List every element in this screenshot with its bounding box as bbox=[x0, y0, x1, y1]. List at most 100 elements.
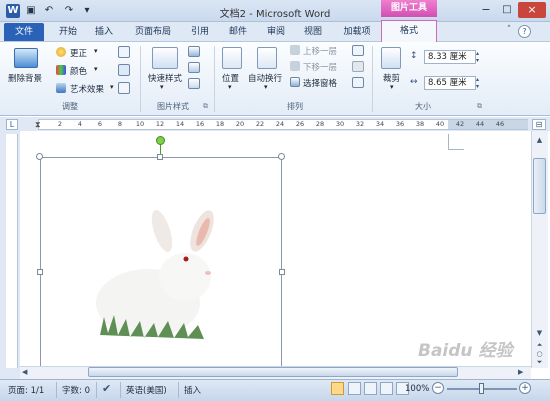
scroll-up-icon[interactable]: ▲ bbox=[533, 134, 546, 146]
vertical-scroll-thumb[interactable] bbox=[533, 158, 546, 214]
corrections-dropdown-icon[interactable]: ▾ bbox=[94, 47, 98, 55]
picture-tools-context-label: 图片工具 bbox=[381, 0, 437, 17]
web-layout-icon[interactable] bbox=[364, 382, 377, 395]
adjust-group-label: 调整 bbox=[62, 102, 78, 111]
ruler-tick: 6 bbox=[97, 120, 103, 128]
height-spinner-icon[interactable]: ▴ ▾ bbox=[476, 50, 479, 64]
crop-dropdown-icon[interactable]: ▾ bbox=[390, 83, 394, 91]
customize-qat-icon[interactable]: ▾ bbox=[80, 4, 94, 18]
change-picture-icon[interactable] bbox=[118, 64, 130, 76]
rotate-handle[interactable] bbox=[156, 136, 165, 145]
status-separator bbox=[178, 382, 179, 398]
word-count[interactable]: 字数: 0 bbox=[62, 384, 90, 396]
indent-marker-icon[interactable]: ⧗ bbox=[35, 120, 41, 130]
scroll-down-icon[interactable]: ▼ bbox=[533, 328, 546, 338]
quick-styles-button[interactable]: 快速样式 bbox=[148, 72, 182, 84]
close-button[interactable]: × bbox=[518, 2, 546, 18]
page-count[interactable]: 页面: 1/1 bbox=[8, 384, 44, 396]
compress-pictures-icon[interactable] bbox=[118, 46, 130, 58]
width-spinner-icon[interactable]: ▴ ▾ bbox=[476, 76, 479, 90]
tab-view[interactable]: 视图 bbox=[297, 22, 329, 42]
group-separator bbox=[140, 46, 141, 112]
quick-styles-dropdown-icon[interactable]: ▾ bbox=[160, 83, 164, 91]
corrections-icon bbox=[56, 47, 66, 57]
language-indicator[interactable]: 英语(美国) bbox=[126, 384, 167, 396]
bring-forward-button[interactable]: 上移一层 bbox=[303, 45, 337, 57]
resize-handle[interactable] bbox=[278, 153, 285, 160]
ruler-tick: 22 bbox=[255, 120, 265, 128]
picture-layout-icon[interactable] bbox=[188, 78, 200, 89]
save-icon[interactable]: ▣ bbox=[24, 4, 38, 18]
tab-format[interactable]: 格式 bbox=[381, 20, 437, 43]
select-browse-object-icon[interactable]: ○ bbox=[533, 350, 546, 358]
insert-mode[interactable]: 插入 bbox=[184, 384, 201, 396]
zoom-level[interactable]: 100% bbox=[405, 384, 429, 394]
artistic-effects-icon bbox=[56, 83, 66, 93]
resize-handle[interactable] bbox=[279, 269, 285, 275]
proofing-icon[interactable]: ✔ bbox=[102, 382, 111, 395]
scroll-left-icon[interactable]: ◀ bbox=[22, 367, 32, 378]
wrap-text-dropdown-icon[interactable]: ▾ bbox=[264, 83, 268, 91]
resize-handle[interactable] bbox=[157, 154, 163, 160]
redo-icon[interactable]: ↷ bbox=[62, 4, 76, 18]
width-icon: ↔ bbox=[410, 77, 418, 87]
zoom-slider-thumb[interactable] bbox=[479, 383, 484, 394]
print-layout-view-icon[interactable] bbox=[331, 382, 344, 395]
width-field[interactable]: 8.65 厘米 bbox=[424, 76, 476, 90]
resize-handle[interactable] bbox=[37, 269, 43, 275]
ruler-tick: 34 bbox=[375, 120, 385, 128]
group-objects-icon[interactable] bbox=[352, 61, 364, 72]
resize-handle[interactable] bbox=[36, 153, 43, 160]
horizontal-scroll-thumb[interactable] bbox=[88, 367, 458, 377]
picture-effects-icon[interactable] bbox=[188, 62, 200, 73]
corrections-button[interactable]: 更正 bbox=[70, 47, 87, 59]
view-ruler-icon[interactable]: ⊟ bbox=[532, 119, 546, 130]
send-backward-icon bbox=[290, 61, 300, 71]
color-button[interactable]: 颜色 bbox=[70, 65, 87, 77]
height-field[interactable]: 8.33 厘米 bbox=[424, 50, 476, 64]
next-page-icon[interactable]: ⏷ bbox=[533, 358, 546, 366]
outline-view-icon[interactable] bbox=[380, 382, 393, 395]
tab-addins[interactable]: 加载项 bbox=[336, 22, 378, 42]
align-icon[interactable] bbox=[352, 45, 364, 56]
rotate-icon[interactable] bbox=[352, 77, 364, 88]
undo-icon[interactable]: ↶ bbox=[42, 4, 56, 18]
tab-page-layout[interactable]: 页面布局 bbox=[126, 22, 180, 42]
previous-page-icon[interactable]: ⏶ bbox=[533, 340, 546, 350]
artistic-effects-dropdown-icon[interactable]: ▾ bbox=[110, 83, 114, 91]
send-backward-button[interactable]: 下移一层 bbox=[303, 61, 337, 73]
wrap-text-icon bbox=[257, 47, 277, 69]
tab-selector-icon[interactable]: L bbox=[6, 119, 18, 130]
scroll-right-icon[interactable]: ▶ bbox=[518, 367, 528, 378]
tab-mailings[interactable]: 邮件 bbox=[222, 22, 254, 42]
ruler-tick: 16 bbox=[195, 120, 205, 128]
tab-insert[interactable]: 插入 bbox=[88, 22, 120, 42]
maximize-button[interactable]: □ bbox=[497, 3, 517, 18]
ruler-tick: 14 bbox=[175, 120, 185, 128]
selection-pane-button[interactable]: 选择窗格 bbox=[303, 77, 337, 89]
reset-picture-icon[interactable] bbox=[118, 82, 130, 94]
artistic-effects-button[interactable]: 艺术效果 bbox=[70, 83, 104, 95]
ruler-tick: 30 bbox=[335, 120, 345, 128]
window-title: 文档2 - Microsoft Word bbox=[219, 9, 331, 20]
tab-home[interactable]: 开始 bbox=[52, 22, 84, 42]
color-dropdown-icon[interactable]: ▾ bbox=[94, 65, 98, 73]
rabbit-image bbox=[96, 209, 214, 339]
size-dialog-launcher-icon[interactable]: ⧉ bbox=[477, 102, 482, 111]
help-icon[interactable]: ? bbox=[518, 25, 531, 38]
picture-border-icon[interactable] bbox=[188, 46, 200, 57]
minimize-button[interactable]: − bbox=[476, 3, 496, 18]
tab-file[interactable]: 文件 bbox=[4, 23, 44, 41]
tab-review[interactable]: 审阅 bbox=[260, 22, 292, 42]
collapse-ribbon-icon[interactable]: ˄ bbox=[503, 25, 515, 38]
zoom-out-icon[interactable]: − bbox=[432, 382, 444, 394]
remove-background-button[interactable]: 删除背景 bbox=[8, 72, 42, 84]
position-dropdown-icon[interactable]: ▾ bbox=[228, 83, 232, 91]
zoom-in-icon[interactable]: + bbox=[519, 382, 531, 394]
arrange-group-label: 排列 bbox=[287, 102, 303, 111]
picture-styles-dialog-launcher-icon[interactable]: ⧉ bbox=[203, 102, 208, 111]
vertical-ruler bbox=[6, 134, 18, 368]
size-group-label: 大小 bbox=[415, 102, 431, 111]
full-screen-reading-icon[interactable] bbox=[348, 382, 361, 395]
tab-references[interactable]: 引用 bbox=[184, 22, 216, 42]
